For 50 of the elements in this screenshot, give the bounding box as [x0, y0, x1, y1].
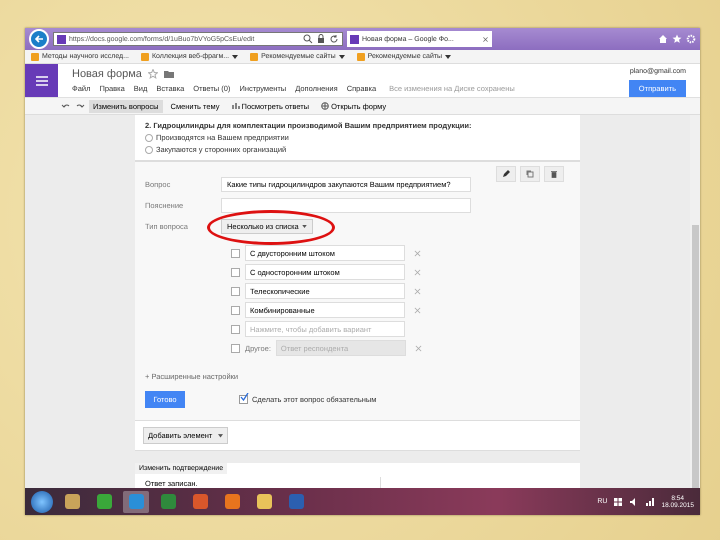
back-button[interactable] [29, 29, 49, 49]
trash-icon [550, 170, 558, 178]
bookmark-icon [250, 52, 258, 60]
lock-icon[interactable] [316, 34, 326, 44]
checkbox[interactable] [231, 306, 240, 314]
search-icon[interactable] [303, 34, 313, 44]
delete-button[interactable] [544, 166, 564, 182]
bookmark-icon [140, 52, 149, 60]
checkbox[interactable] [231, 344, 240, 352]
copy-icon [526, 170, 534, 178]
pencil-icon [502, 170, 510, 178]
checkbox[interactable] [231, 324, 240, 334]
caret-icon [218, 431, 224, 439]
refresh-icon[interactable] [329, 34, 339, 44]
back-arrow-icon [34, 34, 44, 44]
remove-icon[interactable] [414, 250, 421, 256]
menu-button[interactable] [25, 64, 58, 97]
remove-icon[interactable] [414, 268, 421, 276]
bookmark-icon [356, 52, 365, 60]
radio-button[interactable] [145, 134, 153, 142]
close-icon[interactable] [482, 36, 489, 42]
globe-icon [321, 102, 330, 110]
bookmark-icon [31, 52, 39, 60]
checkbox[interactable] [231, 268, 240, 276]
checkbox[interactable] [231, 248, 240, 258]
help-text-field[interactable] [221, 198, 471, 213]
network-icon[interactable] [645, 496, 656, 506]
duplicate-button[interactable] [520, 166, 540, 182]
remove-icon[interactable] [414, 288, 421, 294]
settings-icon[interactable] [686, 34, 696, 44]
caret-icon [302, 225, 307, 228]
star-icon[interactable] [148, 69, 158, 79]
checkbox[interactable] [231, 286, 240, 296]
form-icon [350, 34, 359, 44]
menu-icon [36, 76, 48, 86]
radio-button[interactable] [145, 146, 153, 154]
required-checkbox[interactable] [239, 395, 248, 404]
form-title[interactable]: Новая форма [72, 68, 142, 80]
chart-icon [232, 102, 240, 110]
remove-icon[interactable] [414, 306, 421, 314]
taskbar-app[interactable] [123, 490, 149, 512]
caret-icon[interactable] [232, 54, 238, 58]
start-button[interactable] [31, 490, 53, 512]
home-icon[interactable] [658, 34, 668, 44]
star-icon[interactable] [672, 34, 682, 44]
remove-icon[interactable] [414, 344, 422, 352]
caret-icon[interactable] [338, 54, 345, 58]
page-icon [57, 34, 66, 44]
caret-icon[interactable] [445, 54, 452, 58]
edit-button[interactable] [496, 166, 516, 182]
